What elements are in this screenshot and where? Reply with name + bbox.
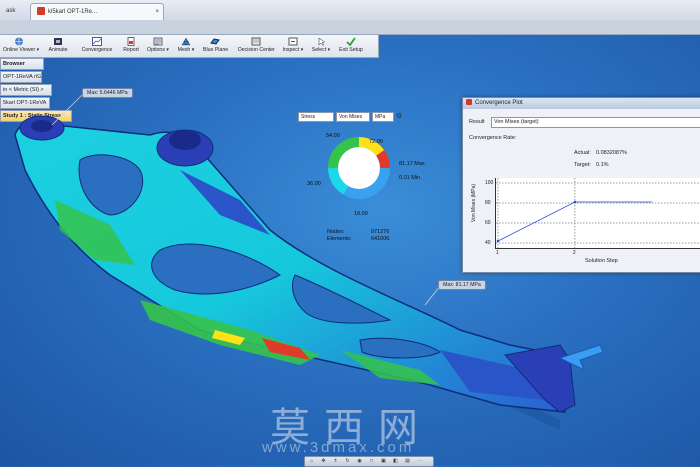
navigation-bar: ⌂ ✥ ± ↻ ◉ □ ▣ ◧ ▤ ⋯: [304, 456, 434, 467]
elements-label: Elements:: [327, 236, 352, 242]
legend-label-max: 81.17 Max.: [399, 161, 427, 167]
boss-right-hole: [169, 130, 201, 150]
stress-type-dropdown[interactable]: Stress: [298, 112, 334, 122]
legend-toolbar: Stress Von Mises MPa ⚙: [298, 112, 416, 122]
convergence-plot-area: [495, 178, 700, 249]
convergence-rate-label: Convergence Rate:: [469, 135, 517, 141]
nodes-label: Nodes:: [327, 229, 345, 235]
x-tick-label: 2: [572, 250, 576, 256]
legend-label-36: 36.00: [307, 181, 321, 187]
convergence-window: Convergence Plot Result Von Mises (targe…: [462, 97, 700, 273]
callout-leader-top: [51, 94, 83, 126]
target-label: Target:: [574, 162, 591, 168]
unit-dropdown[interactable]: MPa: [372, 112, 394, 122]
zoom-icon[interactable]: ±: [331, 458, 340, 465]
legend-label-18: 18.00: [354, 211, 368, 217]
orbit-icon[interactable]: ↻: [343, 458, 352, 465]
display-icon[interactable]: ▤: [403, 458, 412, 465]
section-icon[interactable]: ◧: [391, 458, 400, 465]
convergence-chart: [496, 178, 700, 248]
series-point: [573, 200, 577, 204]
series-point: [496, 239, 500, 243]
legend-label-min: 0.01 Min.: [399, 175, 422, 181]
result-select[interactable]: Von Mises (target): [491, 117, 700, 128]
convergence-title: Convergence Plot: [475, 100, 523, 106]
home-icon[interactable]: ⌂: [307, 458, 316, 465]
result-type-dropdown[interactable]: Von Mises: [336, 112, 370, 122]
legend-label-54: 54.00: [326, 133, 340, 139]
boss-left-hole: [31, 120, 53, 132]
chart-ylabel: Von Mises (MPa): [471, 183, 477, 222]
actual-label: Actual:: [574, 150, 591, 156]
y-tick-label: 80: [485, 200, 491, 206]
watermark-url: www.3dmax.com: [262, 439, 415, 456]
y-tick-label: 40: [485, 240, 491, 246]
y-tick-label: 60: [485, 220, 491, 226]
target-value: 0.1%: [596, 162, 609, 168]
legend-ring-center: [338, 147, 380, 189]
look-icon[interactable]: ◉: [355, 458, 364, 465]
legend-settings-gear-icon[interactable]: ⚙: [396, 112, 405, 121]
legend-label-72: 72.00: [369, 139, 383, 145]
y-tick-label: 100: [485, 180, 494, 186]
pan-icon[interactable]: ✥: [319, 458, 328, 465]
actual-value: 0.0832087%: [596, 150, 627, 156]
result-label: Result: [469, 119, 485, 125]
more-icon[interactable]: ⋯: [415, 458, 424, 465]
nodes-value: 971276: [371, 229, 390, 235]
max-callout-top: Max: 5.6446 MPa: [82, 88, 133, 98]
x-tick-label: 1: [496, 250, 499, 256]
fit-icon[interactable]: □: [367, 458, 376, 465]
view-icon[interactable]: ▣: [379, 458, 388, 465]
max-callout-right: Max: 81.17 MPa: [438, 280, 486, 290]
chart-xlabel: Solution Step: [585, 258, 618, 264]
app-logo-icon: [466, 99, 472, 106]
elements-value: 641006: [371, 236, 390, 242]
convergence-title-bar[interactable]: Convergence Plot: [463, 98, 700, 109]
